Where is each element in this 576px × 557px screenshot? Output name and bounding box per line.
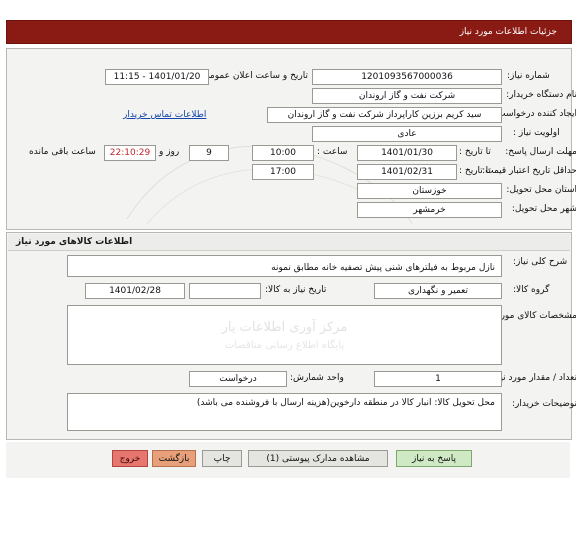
- credit-deadline-label: حداقل تاریخ اعتبار قیمت:: [482, 166, 576, 176]
- requester-label: ایجاد کننده درخواست:: [494, 109, 576, 119]
- watermark: مرکز آوری اطلاعات یار پایگاه اطلاع رسانی…: [68, 306, 501, 364]
- province-label: استان محل تحویل:: [506, 185, 576, 195]
- reply-until-label: تا تاریخ :: [459, 147, 491, 157]
- req-number-value: 1201093567000036: [312, 69, 502, 85]
- reply-deadline-label: مهلت ارسال پاسخ:: [505, 147, 576, 157]
- qty-label: تعداد / مقدار مورد نیاز:: [490, 373, 576, 383]
- view-attachments-button[interactable]: مشاهده مدارک پیوستی (1): [248, 450, 388, 467]
- announce-date-value: 1401/01/20 - 11:15: [105, 69, 209, 85]
- buyer-org-value: شرکت نفت و گاز اروندان: [312, 88, 502, 104]
- page-title: جزئیات اطلاعات مورد نیاز: [459, 27, 557, 37]
- remaining-days-value: 9: [189, 145, 229, 161]
- priority-label: اولویت نیاز :: [513, 128, 560, 138]
- credit-until-date: 1401/02/31: [357, 164, 457, 180]
- reply-until-date: 1401/01/30: [357, 145, 457, 161]
- need-details-panel: شماره نیاز: 1201093567000036 تاریخ و ساع…: [6, 48, 576, 230]
- requester-value: سید کریم برزین کاراپرداز شرکت نفت و گاز …: [267, 107, 502, 123]
- goods-info-panel: اطلاعات کالاهای مورد نیاز شرح کلی نیاز: …: [6, 232, 576, 440]
- exit-button[interactable]: خروج: [112, 450, 148, 467]
- qty-value: 1: [374, 371, 502, 387]
- print-button[interactable]: چاپ: [202, 450, 242, 467]
- watermark-line1: مرکز آوری اطلاعات یار: [221, 319, 348, 335]
- window-title-bar: جزئیات اطلاعات مورد نیاز: [6, 20, 572, 44]
- goods-info-heading: اطلاعات کالاهای مورد نیاز: [8, 234, 570, 251]
- buyer-contact-link[interactable]: اطلاعات تماس خریدار: [123, 110, 206, 120]
- buyer-notes-value: محل تحویل کالا: انبار کالا در منطقه دارخ…: [67, 393, 502, 431]
- goods-group-value: تعمیر و نگهداری: [374, 283, 502, 299]
- respond-to-need-button[interactable]: پاسخ به نیاز: [396, 450, 472, 467]
- buyer-org-label: نام دستگاه خریدار:: [506, 90, 576, 100]
- remaining-suffix-text: ساعت باقی مانده: [29, 147, 96, 157]
- unit-label: واحد شمارش:: [290, 373, 344, 383]
- province-value: خوزستان: [357, 183, 502, 199]
- general-desc-value: نازل مربوط به فیلترهای شنی پیش تصفیه خان…: [67, 255, 502, 277]
- footer-toolbar: خروج بازگشت چاپ مشاهده مدارک پیوستی (1) …: [6, 442, 570, 478]
- remaining-days-text: روز و: [159, 147, 180, 157]
- need-date-label: تاریخ نیاز به کالا:: [265, 285, 327, 295]
- reply-hour-value: 10:00: [252, 145, 314, 161]
- remaining-countdown-timer: 22:10:29: [104, 145, 156, 161]
- unit-value: درخواست: [189, 371, 287, 387]
- req-number-label: شماره نیاز:: [507, 71, 550, 81]
- priority-value: عادی: [312, 126, 502, 142]
- watermark-line2: پایگاه اطلاع رسانی مناقصات: [224, 339, 345, 351]
- general-desc-label: شرح کلی نیاز:: [513, 257, 568, 267]
- need-date-spacer: [189, 283, 261, 299]
- need-date-value: 1401/02/28: [85, 283, 185, 299]
- goods-group-label: گروه کالا:: [513, 285, 550, 295]
- reply-hour-label: ساعت :: [317, 147, 348, 157]
- credit-until-label: تا تاریخ :: [459, 166, 491, 176]
- credit-hour-value: 17:00: [252, 164, 314, 180]
- specs-value-box: مرکز آوری اطلاعات یار پایگاه اطلاع رسانی…: [67, 305, 502, 365]
- announce-date-label: تاریخ و ساعت اعلان عمومی:: [199, 71, 308, 81]
- buyer-notes-label: توضیحات خریدار:: [511, 399, 576, 409]
- page-root: جزئیات اطلاعات مورد نیاز شماره نیاز: 120…: [0, 0, 576, 557]
- city-label: شهر محل تحویل:: [511, 204, 576, 214]
- city-value: خرمشهر: [357, 202, 502, 218]
- specs-label: مشخصات کالای مورد نیاز:: [478, 311, 576, 321]
- back-button[interactable]: بازگشت: [152, 450, 196, 467]
